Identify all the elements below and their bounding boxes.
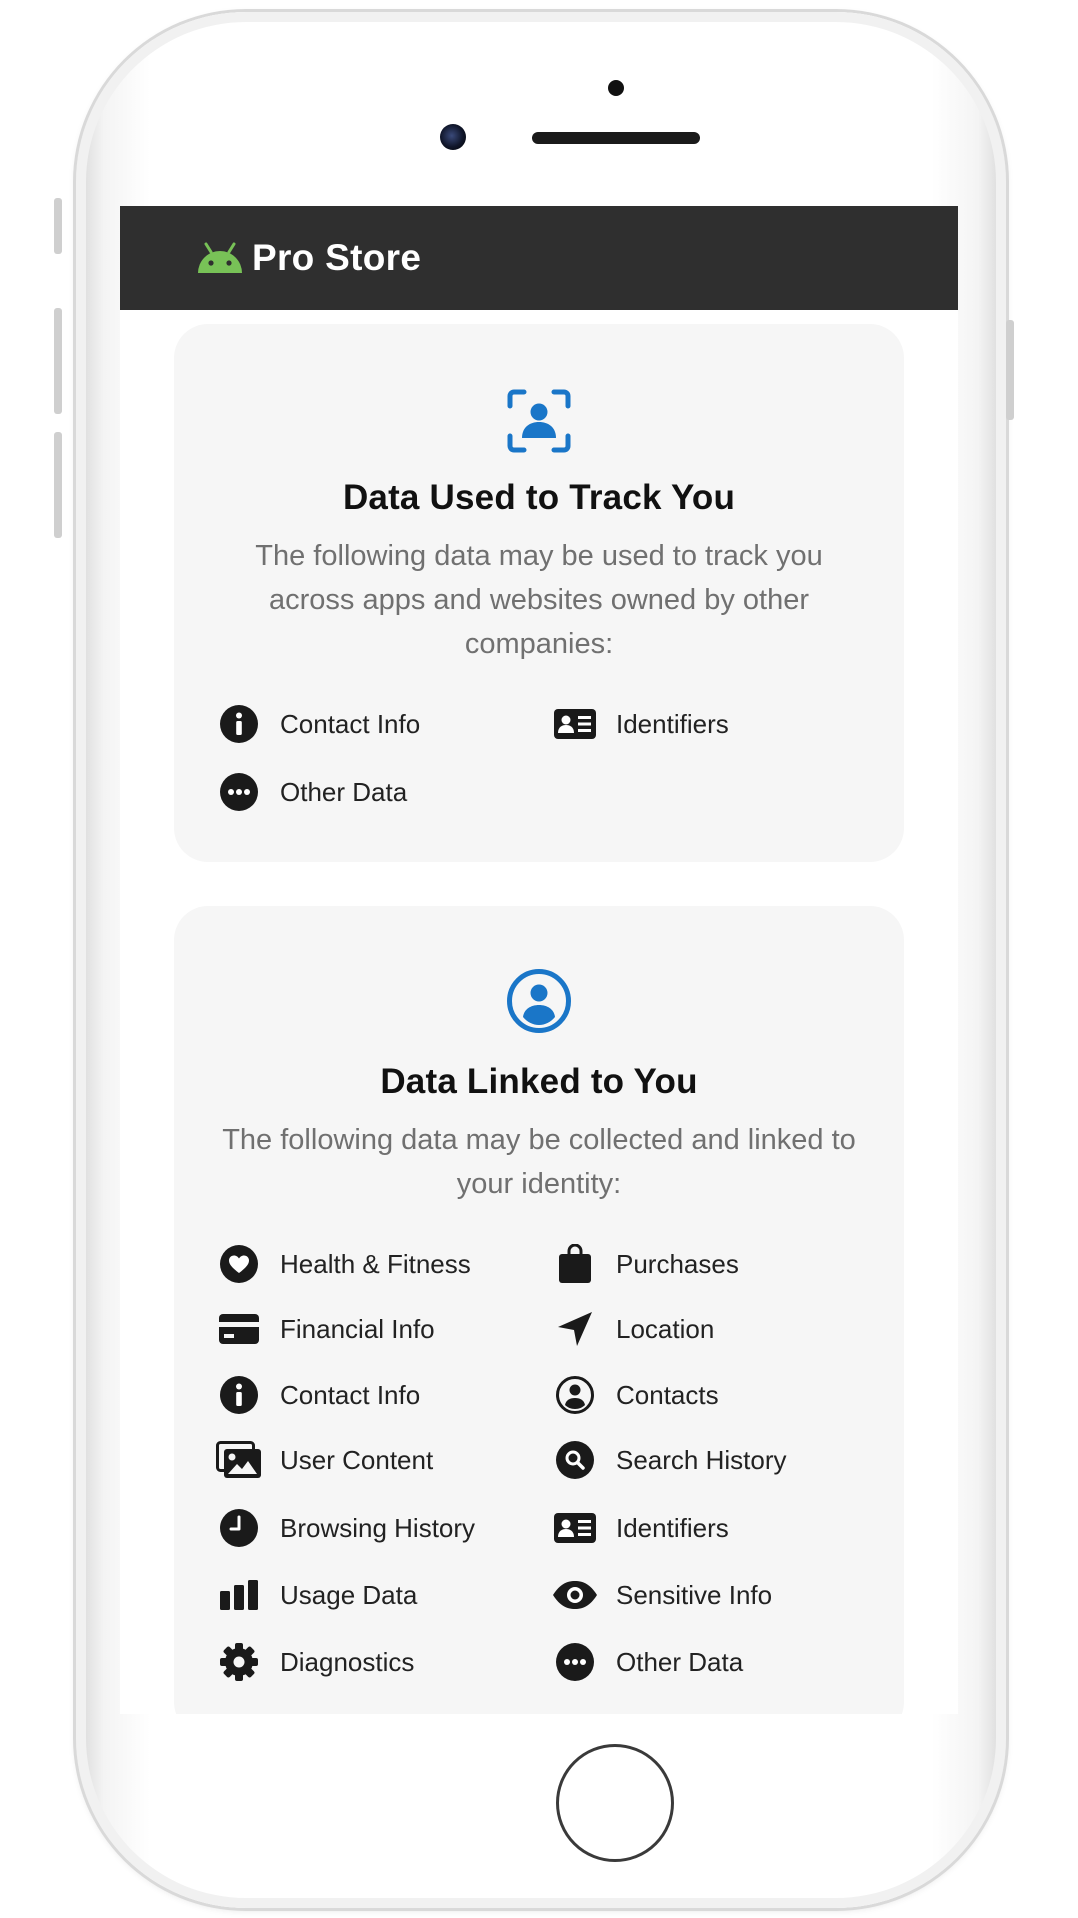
mute-switch bbox=[54, 198, 62, 254]
item-label: Financial Info bbox=[280, 1313, 435, 1344]
location-arrow-icon bbox=[552, 1307, 598, 1351]
contacts-icon bbox=[552, 1373, 598, 1417]
screen: Pro Store Data Used to Track You The fol… bbox=[120, 206, 958, 1714]
list-item: Purchases bbox=[552, 1242, 739, 1286]
person-tracking-icon bbox=[507, 389, 571, 453]
item-label: Purchases bbox=[616, 1248, 739, 1279]
heart-icon bbox=[216, 1242, 262, 1286]
user-circle-icon bbox=[507, 969, 571, 1033]
item-label: Sensitive Info bbox=[616, 1579, 773, 1610]
list-item: User Content bbox=[216, 1438, 433, 1482]
list-item: Search History bbox=[552, 1438, 787, 1482]
shopping-bag-icon bbox=[552, 1242, 598, 1286]
tracking-description: The following data may be used to track … bbox=[255, 540, 823, 660]
item-label: Location bbox=[616, 1313, 715, 1344]
item-label: Search History bbox=[616, 1444, 787, 1475]
list-item: Other Data bbox=[216, 770, 407, 814]
linked-description: The following data may be collected and … bbox=[222, 1124, 856, 1200]
id-card-icon bbox=[552, 702, 598, 746]
item-label: Identifiers bbox=[616, 1512, 729, 1543]
list-item: Other Data bbox=[552, 1640, 743, 1684]
item-label: User Content bbox=[280, 1444, 434, 1475]
item-label: Other Data bbox=[616, 1646, 744, 1677]
list-item: Contact Info bbox=[216, 1373, 420, 1417]
earpiece-speaker bbox=[532, 132, 700, 144]
list-item: Location bbox=[552, 1307, 714, 1351]
list-item: Contacts bbox=[552, 1373, 719, 1417]
more-icon bbox=[216, 770, 262, 814]
linked-card: Data Linked to You The following data ma… bbox=[174, 906, 904, 1714]
list-item: Identifiers bbox=[552, 702, 729, 746]
id-card-icon bbox=[552, 1506, 598, 1550]
list-item: Usage Data bbox=[216, 1573, 417, 1617]
linked-title: Data Linked to You bbox=[380, 1062, 698, 1101]
item-label: Contact Info bbox=[280, 1379, 421, 1410]
item-label: Contact Info bbox=[280, 708, 421, 739]
images-icon bbox=[216, 1438, 262, 1482]
app-title: Pro Store bbox=[252, 237, 422, 278]
volume-up-button bbox=[54, 308, 62, 414]
volume-down-button bbox=[54, 432, 62, 538]
power-button bbox=[1006, 320, 1014, 420]
app-bar: Pro Store bbox=[120, 206, 958, 310]
info-icon bbox=[216, 1373, 262, 1417]
search-icon bbox=[552, 1438, 598, 1482]
tracking-title: Data Used to Track You bbox=[342, 478, 736, 517]
front-camera bbox=[440, 124, 466, 150]
more-icon bbox=[552, 1640, 598, 1684]
item-label: Usage Data bbox=[280, 1579, 418, 1610]
item-label: Contacts bbox=[616, 1379, 719, 1410]
item-label: Browsing History bbox=[280, 1512, 476, 1543]
list-item: Contact Info bbox=[216, 702, 420, 746]
item-label: Identifiers bbox=[616, 708, 729, 739]
list-item: Health & Fitness bbox=[216, 1242, 471, 1286]
list-item: Financial Info bbox=[216, 1307, 435, 1351]
gear-icon bbox=[216, 1640, 262, 1684]
proximity-sensor bbox=[608, 80, 624, 96]
item-label: Other Data bbox=[280, 776, 408, 807]
clock-icon bbox=[216, 1506, 262, 1550]
list-item: Browsing History bbox=[216, 1506, 475, 1550]
bar-chart-icon bbox=[216, 1573, 262, 1617]
home-button[interactable] bbox=[556, 1744, 674, 1862]
list-item: Identifiers bbox=[552, 1506, 729, 1550]
eye-icon bbox=[552, 1573, 598, 1617]
info-icon bbox=[216, 702, 262, 746]
android-icon bbox=[196, 241, 244, 275]
tracking-card: Data Used to Track You The following dat… bbox=[174, 324, 904, 862]
item-label: Diagnostics bbox=[280, 1646, 415, 1677]
item-label: Health & Fitness bbox=[280, 1248, 471, 1279]
credit-card-icon bbox=[216, 1307, 262, 1351]
list-item: Sensitive Info bbox=[552, 1573, 772, 1617]
list-item: Diagnostics bbox=[216, 1640, 414, 1684]
